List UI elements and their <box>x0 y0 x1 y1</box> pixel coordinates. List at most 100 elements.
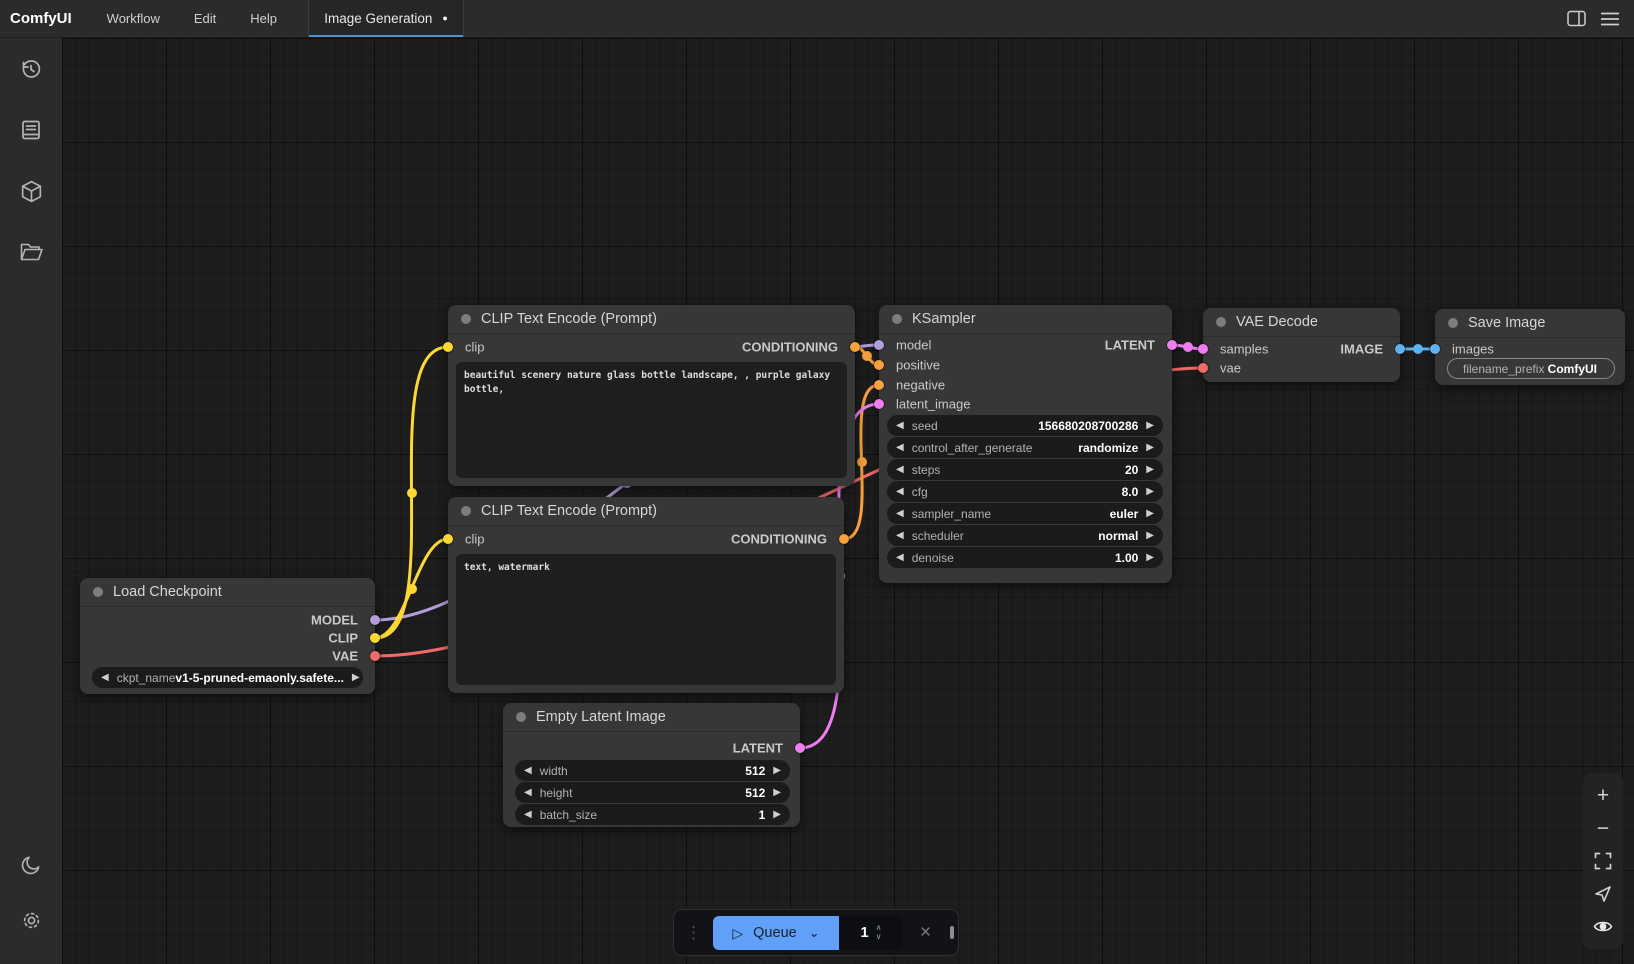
widget-cfg[interactable]: ◀ cfg 8.0 ▶ <box>887 481 1163 502</box>
prev-arrow-icon[interactable]: ◀ <box>896 509 904 519</box>
input-port-latent-image[interactable] <box>874 399 884 409</box>
prev-arrow-icon[interactable]: ◀ <box>896 465 904 475</box>
output-port-latent[interactable] <box>795 743 805 753</box>
widget-value[interactable]: 512 <box>745 786 765 800</box>
menu-edit[interactable]: Edit <box>177 0 233 37</box>
widget-scheduler[interactable]: ◀ scheduler normal ▶ <box>887 525 1163 546</box>
node-header[interactable]: CLIP Text Encode (Prompt) <box>448 497 844 526</box>
batch-count-input[interactable]: 1 ∧ ∨ <box>839 916 903 950</box>
widget-ckpt-name[interactable]: ◀ ckpt_name v1-5-pruned-emaonly.safete..… <box>92 667 363 688</box>
widget-height[interactable]: ◀ height 512 ▶ <box>515 782 790 803</box>
input-port-images[interactable] <box>1430 344 1440 354</box>
zoom-out-button[interactable]: − <box>1591 816 1615 840</box>
sidebar-settings-button[interactable] <box>9 898 53 942</box>
input-port-model[interactable] <box>874 340 884 350</box>
output-port-latent[interactable] <box>1167 340 1177 350</box>
stepper-up-icon[interactable]: ∧ <box>876 924 882 932</box>
prev-arrow-icon[interactable]: ◀ <box>524 788 532 798</box>
prev-arrow-icon[interactable]: ◀ <box>896 553 904 563</box>
prev-arrow-icon[interactable]: ◀ <box>101 673 109 683</box>
node-empty-latent-image[interactable]: Empty Latent Image LATENT ◀ width 512 ▶ … <box>503 703 800 827</box>
widget-steps[interactable]: ◀ steps 20 ▶ <box>887 459 1163 480</box>
next-arrow-icon[interactable]: ▶ <box>1146 531 1154 541</box>
input-port-vae[interactable] <box>1198 363 1208 373</box>
prev-arrow-icon[interactable]: ◀ <box>896 443 904 453</box>
collapse-dot-icon[interactable] <box>461 314 471 324</box>
widget-value[interactable]: 512 <box>745 764 765 778</box>
node-header[interactable]: Save Image <box>1435 309 1625 338</box>
sidebar-queue-log-button[interactable] <box>9 108 53 152</box>
queue-actionbar[interactable]: ⋮ ▷ Queue ⌄ 1 ∧ ∨ × <box>673 909 959 956</box>
node-vae-decode[interactable]: VAE Decode samples IMAGE vae <box>1203 308 1400 382</box>
toggle-links-visibility-button[interactable] <box>1591 915 1615 939</box>
widget-filename-prefix[interactable]: filename_prefix ComfyUI <box>1447 358 1615 379</box>
output-port-conditioning[interactable] <box>850 342 860 352</box>
prev-arrow-icon[interactable]: ◀ <box>524 766 532 776</box>
input-port-clip[interactable] <box>443 342 453 352</box>
prev-arrow-icon[interactable]: ◀ <box>896 421 904 431</box>
next-arrow-icon[interactable]: ▶ <box>773 788 781 798</box>
next-arrow-icon[interactable]: ▶ <box>1146 487 1154 497</box>
next-arrow-icon[interactable]: ▶ <box>1146 553 1154 563</box>
widget-value[interactable]: 20 <box>1125 463 1138 477</box>
next-arrow-icon[interactable]: ▶ <box>1146 509 1154 519</box>
output-port-model[interactable] <box>370 615 380 625</box>
next-arrow-icon[interactable]: ▶ <box>1146 421 1154 431</box>
output-port-clip[interactable] <box>370 633 380 643</box>
collapse-dot-icon[interactable] <box>461 506 471 516</box>
node-load-checkpoint[interactable]: Load Checkpoint MODEL CLIP VAE ◀ ckpt_na… <box>80 578 375 694</box>
widget-denoise[interactable]: ◀ denoise 1.00 ▶ <box>887 547 1163 568</box>
toggle-panel-icon[interactable] <box>1566 9 1586 29</box>
node-header[interactable]: Empty Latent Image <box>503 703 800 732</box>
input-port-positive[interactable] <box>874 360 884 370</box>
menu-help[interactable]: Help <box>233 0 294 37</box>
widget-value[interactable]: normal <box>1098 529 1138 543</box>
prev-arrow-icon[interactable]: ◀ <box>896 487 904 497</box>
output-port-vae[interactable] <box>370 651 380 661</box>
output-port-image[interactable] <box>1395 344 1405 354</box>
next-arrow-icon[interactable]: ▶ <box>1146 443 1154 453</box>
hamburger-menu-icon[interactable] <box>1600 9 1620 29</box>
node-header[interactable]: Load Checkpoint <box>80 578 375 607</box>
stop-queue-icon[interactable] <box>950 926 954 939</box>
prev-arrow-icon[interactable]: ◀ <box>524 810 532 820</box>
node-header[interactable]: KSampler <box>879 305 1172 334</box>
next-arrow-icon[interactable]: ▶ <box>1146 465 1154 475</box>
input-port-negative[interactable] <box>874 380 884 390</box>
widget-control-after-generate[interactable]: ◀ control_after_generate randomize ▶ <box>887 437 1163 458</box>
prompt-textarea[interactable]: text, watermark <box>456 554 836 685</box>
widget-value[interactable]: 8.0 <box>1122 485 1139 499</box>
collapse-dot-icon[interactable] <box>93 587 103 597</box>
collapse-dot-icon[interactable] <box>892 314 902 324</box>
node-header[interactable]: VAE Decode <box>1203 308 1400 337</box>
widget-value[interactable]: euler <box>1110 507 1139 521</box>
menu-workflow[interactable]: Workflow <box>90 0 177 37</box>
widget-batch-size[interactable]: ◀ batch_size 1 ▶ <box>515 804 790 825</box>
node-save-image[interactable]: Save Image images filename_prefix ComfyU… <box>1435 309 1625 385</box>
prev-arrow-icon[interactable]: ◀ <box>896 531 904 541</box>
select-mode-button[interactable] <box>1591 882 1615 906</box>
widget-value[interactable]: randomize <box>1078 441 1138 455</box>
collapse-dot-icon[interactable] <box>516 712 526 722</box>
sidebar-history-button[interactable] <box>9 47 53 91</box>
input-port-clip[interactable] <box>443 534 453 544</box>
sidebar-theme-toggle-button[interactable] <box>9 842 53 886</box>
widget-value[interactable]: 1.00 <box>1115 551 1138 565</box>
widget-seed[interactable]: ◀ seed 156680208700286 ▶ <box>887 415 1163 436</box>
collapse-dot-icon[interactable] <box>1448 318 1458 328</box>
next-arrow-icon[interactable]: ▶ <box>773 766 781 776</box>
widget-value[interactable]: ComfyUI <box>1548 362 1597 376</box>
widget-width[interactable]: ◀ width 512 ▶ <box>515 760 790 781</box>
next-arrow-icon[interactable]: ▶ <box>352 673 360 683</box>
next-arrow-icon[interactable]: ▶ <box>773 810 781 820</box>
stepper-down-icon[interactable]: ∨ <box>876 933 882 941</box>
sidebar-model-library-button[interactable] <box>9 169 53 213</box>
node-header[interactable]: CLIP Text Encode (Prompt) <box>448 305 855 334</box>
node-clip-text-encode-negative[interactable]: CLIP Text Encode (Prompt) clip CONDITION… <box>448 497 844 693</box>
fit-view-button[interactable] <box>1591 849 1615 873</box>
sidebar-workflows-folder-button[interactable] <box>9 230 53 274</box>
widget-sampler-name[interactable]: ◀ sampler_name euler ▶ <box>887 503 1163 524</box>
widget-value[interactable]: 1 <box>759 808 766 822</box>
queue-button[interactable]: ▷ Queue ⌄ <box>713 916 839 950</box>
tab-image-generation[interactable]: Image Generation ● <box>308 0 464 37</box>
